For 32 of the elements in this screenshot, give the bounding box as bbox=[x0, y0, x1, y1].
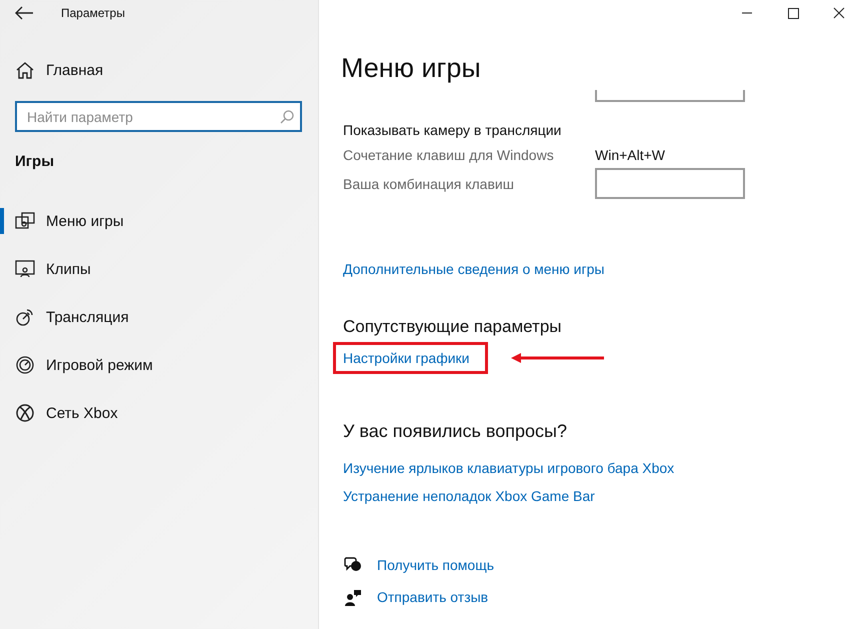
section-heading: Сопутствующие параметры bbox=[343, 317, 562, 337]
get-help-link[interactable]: Получить помощь bbox=[377, 555, 494, 575]
feedback-link[interactable]: Отправить отзыв bbox=[377, 587, 488, 607]
nav-item[interactable]: Меню игры bbox=[0, 197, 318, 245]
window-title: Параметры bbox=[61, 6, 125, 20]
screen-capture-icon bbox=[15, 260, 35, 278]
setting-label: Ваша комбинация клавиш bbox=[343, 176, 515, 192]
home-icon[interactable] bbox=[16, 62, 34, 78]
nav-item[interactable]: Трансляция bbox=[0, 293, 318, 341]
settings-link[interactable]: Настройки графики bbox=[343, 348, 470, 368]
chat-help-icon bbox=[344, 557, 362, 573]
shortcut-input[interactable] bbox=[595, 168, 745, 199]
section-heading: У вас появились вопросы? bbox=[343, 420, 568, 442]
nav-item[interactable]: Сеть Xbox bbox=[0, 389, 318, 437]
gauge-icon bbox=[15, 355, 35, 375]
broadcast-icon bbox=[15, 307, 35, 327]
setting-label: Сочетание клавиш для Windows bbox=[343, 147, 555, 163]
xbox-icon bbox=[15, 403, 35, 423]
nav-item[interactable]: Игровой режим bbox=[0, 341, 318, 389]
search-icon bbox=[280, 110, 294, 124]
shortcut-value: Win+Alt+W bbox=[595, 147, 666, 163]
help-link[interactable]: Изучение ярлыков клавиатуры игрового бара Xbox bbox=[343, 458, 674, 478]
setting-heading: Показывать камеру в трансляции bbox=[343, 122, 562, 138]
nav-item[interactable]: Клипы bbox=[0, 245, 318, 293]
feedback-icon bbox=[344, 588, 362, 606]
back-arrow-icon[interactable] bbox=[14, 6, 34, 20]
search-field[interactable]: Найти параметр bbox=[15, 101, 302, 132]
home-link[interactable]: Главная bbox=[46, 62, 104, 78]
section-heading: Игры bbox=[15, 152, 56, 172]
info-link[interactable]: Дополнительные сведения о меню игры bbox=[343, 259, 604, 279]
help-link[interactable]: Устранение неполадок Xbox Game Bar bbox=[343, 486, 595, 506]
page-title: Меню игры bbox=[341, 52, 482, 85]
